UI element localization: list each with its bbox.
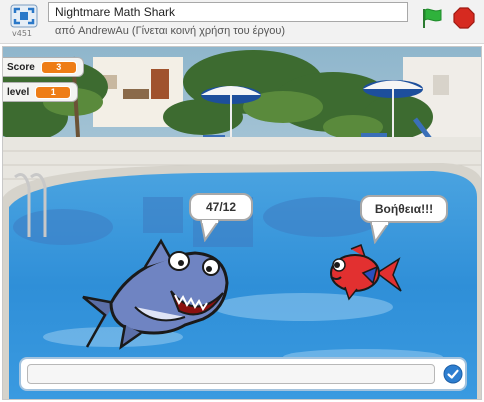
- fullscreen-button[interactable]: [10, 4, 38, 28]
- fullscreen-icon: [10, 4, 38, 28]
- stop-button[interactable]: [452, 6, 476, 30]
- shark-speech-bubble: 47/12: [189, 193, 253, 221]
- fish-sprite[interactable]: [325, 243, 403, 303]
- monitor-level-value: 1: [35, 85, 72, 99]
- project-byline: από AndrewAu (Γίνεται κοινή χρήση του έρ…: [55, 25, 286, 37]
- stop-sign-icon: [453, 7, 475, 29]
- monitor-level-label: level: [7, 86, 30, 98]
- checkmark-icon: [443, 364, 463, 384]
- monitor-score: Score 3: [3, 57, 84, 77]
- shark-speech-text: 47/12: [205, 200, 237, 214]
- answer-submit-button[interactable]: [443, 364, 463, 384]
- player-header: v451 Nightmare Math Shark από AndrewAu (…: [0, 0, 484, 44]
- fish-speech-tail: [369, 222, 391, 244]
- version-label: v451: [12, 29, 33, 38]
- shark-sprite[interactable]: [75, 237, 235, 355]
- project-title-field[interactable]: Nightmare Math Shark: [48, 2, 408, 22]
- stage[interactable]: Score 3 level 1 47/12 Βοήθεια!!!: [2, 46, 482, 400]
- fish-speech-text: Βοήθεια!!!: [374, 202, 434, 216]
- green-flag-button[interactable]: [420, 6, 444, 30]
- fish-speech-bubble: Βοήθεια!!!: [360, 195, 448, 223]
- ask-answer-box: [19, 357, 467, 391]
- green-flag-icon: [423, 8, 442, 28]
- monitor-level: level 1: [3, 82, 79, 102]
- monitor-score-value: 3: [40, 60, 77, 74]
- answer-input[interactable]: [27, 364, 435, 384]
- monitor-score-label: Score: [7, 61, 35, 73]
